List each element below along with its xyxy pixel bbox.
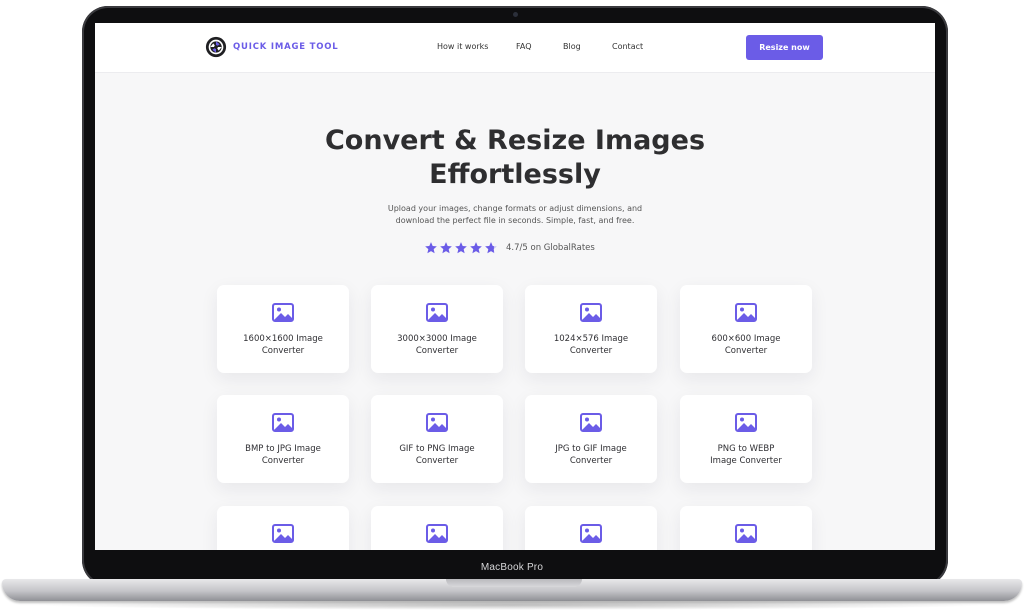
tool-card[interactable]: GIF to PNG Image Converter <box>371 395 503 483</box>
tool-card-label: BMP to JPG Image Converter <box>245 444 321 466</box>
browser-screen: QUICK IMAGE TOOL How it works FAQ Blog C… <box>95 23 935 550</box>
image-icon <box>735 524 757 543</box>
image-icon <box>426 413 448 432</box>
image-icon <box>272 303 294 322</box>
star-icon <box>425 242 437 254</box>
tool-card[interactable] <box>525 506 657 550</box>
hero-title: Convert & Resize Images Effortlessly <box>95 124 935 192</box>
tool-card-label: JPG to GIF Image Converter <box>555 444 627 466</box>
image-icon <box>272 524 294 543</box>
tool-card[interactable]: JPG to GIF Image Converter <box>525 395 657 483</box>
image-icon <box>735 413 757 432</box>
camera-dot <box>513 12 518 17</box>
star-icon <box>440 242 452 254</box>
star-icon <box>455 242 467 254</box>
tool-card-label: PNG to WEBP Image Converter <box>710 444 782 466</box>
hero-subtitle-line2: download the perfect file in seconds. Si… <box>395 216 635 225</box>
hero-title-line2: Effortlessly <box>429 159 601 190</box>
laptop-base <box>2 579 1022 601</box>
rating-stars <box>424 241 498 255</box>
tool-card[interactable] <box>371 506 503 550</box>
brand-name: QUICK IMAGE TOOL <box>233 42 339 52</box>
image-icon <box>580 524 602 543</box>
device-label: MacBook Pro <box>480 562 544 573</box>
tool-card-label: 600×600 Image Converter <box>711 334 781 356</box>
hero-subtitle: Upload your images, change formats or ad… <box>365 203 665 227</box>
nav-how-it-works[interactable]: How it works <box>437 42 497 51</box>
star-icon <box>470 242 482 254</box>
brand[interactable]: QUICK IMAGE TOOL <box>205 36 338 58</box>
laptop-shadow <box>30 600 994 610</box>
rating: 4.7/5 on GlobalRates <box>424 241 595 255</box>
image-icon <box>272 413 294 432</box>
image-icon <box>735 303 757 322</box>
laptop-notch <box>446 579 582 587</box>
tool-card[interactable]: BMP to JPG Image Converter <box>217 395 349 483</box>
aperture-logo-icon <box>205 36 227 58</box>
tool-card-label: 1024×576 Image Converter <box>553 334 629 356</box>
image-icon <box>426 303 448 322</box>
site-header: QUICK IMAGE TOOL How it works FAQ Blog C… <box>95 23 935 73</box>
tool-card[interactable]: 1600×1600 Image Converter <box>217 285 349 373</box>
star-half-icon <box>485 242 497 254</box>
nav-blog[interactable]: Blog <box>563 42 581 51</box>
hero-title-line1: Convert & Resize Images <box>324 125 706 156</box>
nav-contact[interactable]: Contact <box>612 42 643 51</box>
rating-text: 4.7/5 on GlobalRates <box>506 243 595 253</box>
image-icon <box>426 524 448 543</box>
tool-card-label: 3000×3000 Image Converter <box>397 334 477 356</box>
tool-card[interactable]: PNG to WEBP Image Converter <box>680 395 812 483</box>
tool-card-label: GIF to PNG Image Converter <box>399 444 475 466</box>
tool-card-label: 1600×1600 Image Converter <box>243 334 323 356</box>
tool-card[interactable] <box>680 506 812 550</box>
resize-now-button[interactable]: Resize now <box>746 35 823 60</box>
image-icon <box>580 303 602 322</box>
image-icon <box>580 413 602 432</box>
nav-faq[interactable]: FAQ <box>516 42 532 51</box>
tool-card[interactable]: 3000×3000 Image Converter <box>371 285 503 373</box>
tool-card[interactable]: 1024×576 Image Converter <box>525 285 657 373</box>
tool-card[interactable] <box>217 506 349 550</box>
hero-subtitle-line1: Upload your images, change formats or ad… <box>387 204 643 213</box>
tool-card[interactable]: 600×600 Image Converter <box>680 285 812 373</box>
